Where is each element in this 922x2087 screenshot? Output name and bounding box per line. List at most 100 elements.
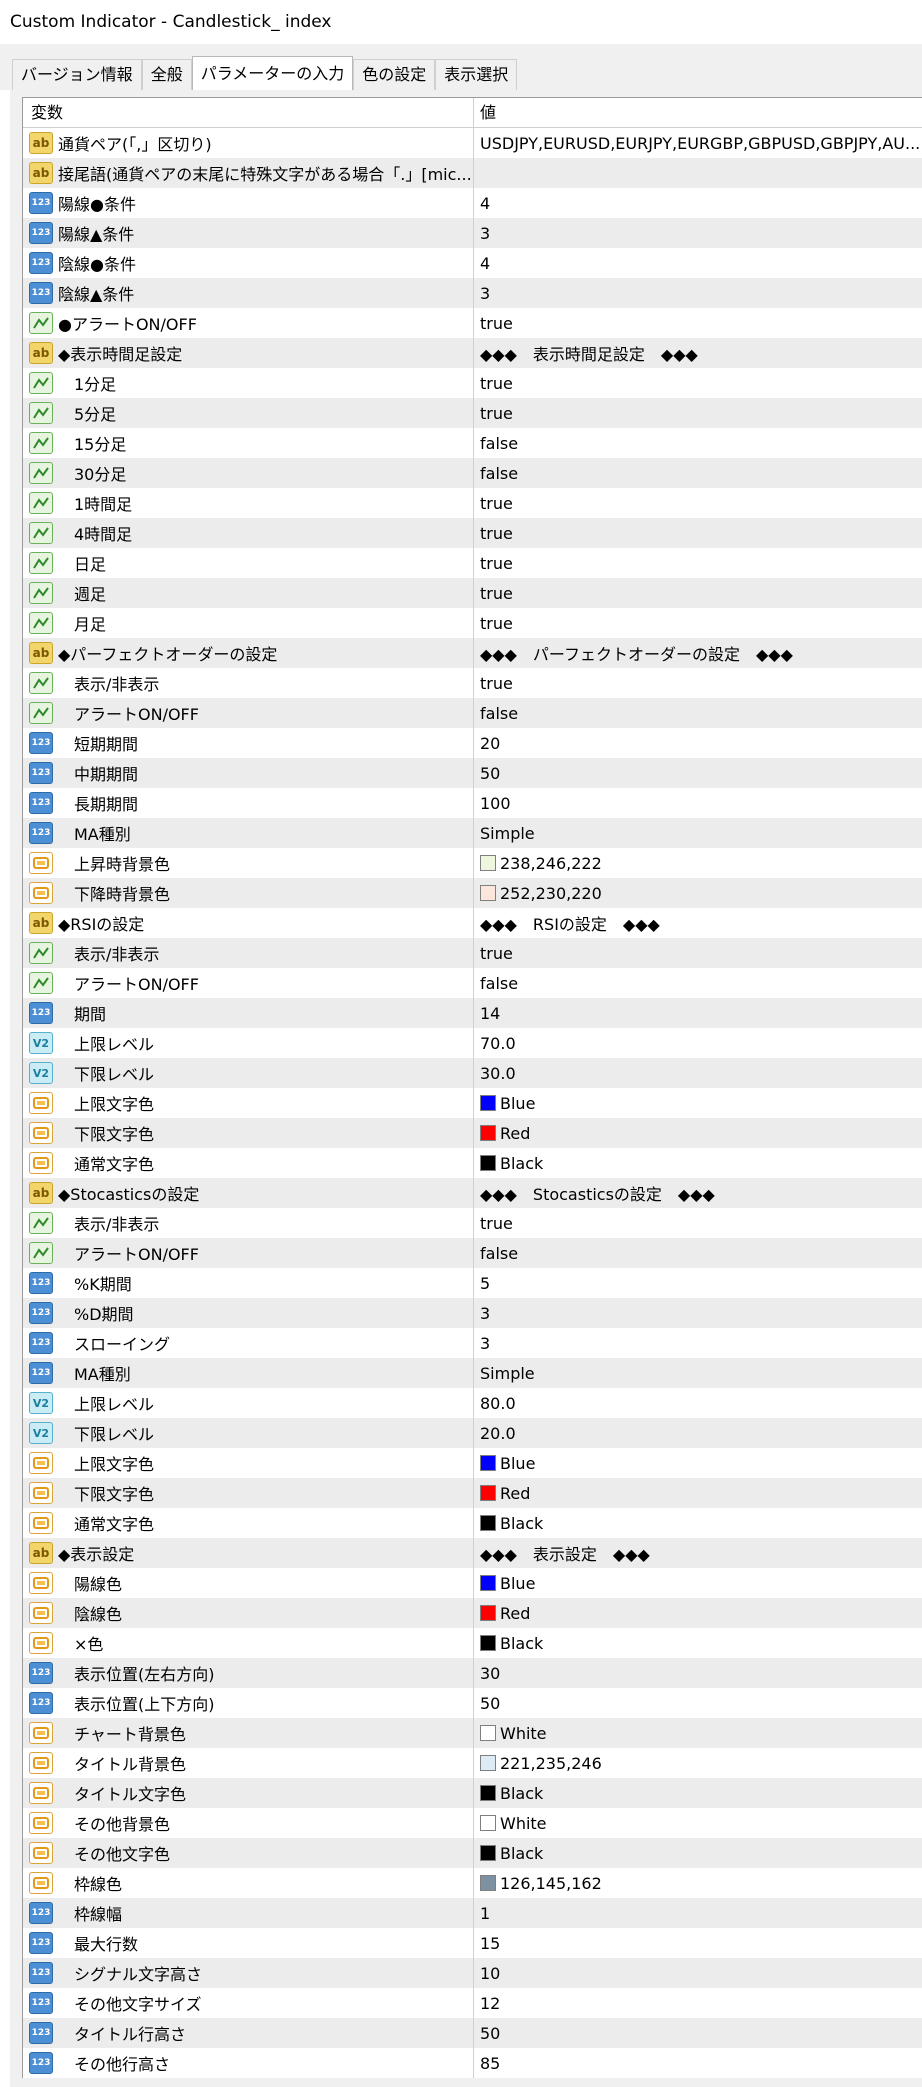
value-cell[interactable]: true <box>474 398 922 428</box>
value-cell[interactable]: 126,145,162 <box>474 1868 922 1898</box>
table-row[interactable]: その他文字色 Black <box>23 1838 922 1868</box>
tab-1[interactable]: 全般 <box>141 59 192 90</box>
table-row[interactable]: チャート背景色 White <box>23 1718 922 1748</box>
table-row[interactable]: 123 陰線▲条件 3 <box>23 278 922 308</box>
column-header-value[interactable]: 値 <box>474 98 496 127</box>
value-cell[interactable]: 30 <box>474 1658 922 1688</box>
value-cell[interactable]: 3 <box>474 1328 922 1358</box>
table-row[interactable]: タイトル文字色 Black <box>23 1778 922 1808</box>
table-row[interactable]: 123 最大行数 15 <box>23 1928 922 1958</box>
value-cell[interactable]: false <box>474 698 922 728</box>
table-row[interactable]: 123 長期期間 100 <box>23 788 922 818</box>
value-cell[interactable]: 85 <box>474 2048 922 2078</box>
value-cell[interactable]: 80.0 <box>474 1388 922 1418</box>
value-cell[interactable]: White <box>474 1808 922 1838</box>
value-cell[interactable]: true <box>474 518 922 548</box>
value-cell[interactable]: 50 <box>474 2018 922 2048</box>
value-cell[interactable]: Black <box>474 1148 922 1178</box>
value-cell[interactable]: 50 <box>474 758 922 788</box>
table-row[interactable]: 陽線色 Blue <box>23 1568 922 1598</box>
value-cell[interactable]: 3 <box>474 278 922 308</box>
table-row[interactable]: ab 通貨ペア(「,」区切り) USDJPY,EURUSD,EURJPY,EURGB… <box>23 128 922 158</box>
value-cell[interactable]: Black <box>474 1508 922 1538</box>
value-cell[interactable]: 3 <box>474 218 922 248</box>
value-cell[interactable]: true <box>474 578 922 608</box>
value-cell[interactable]: true <box>474 308 922 338</box>
value-cell[interactable]: 20 <box>474 728 922 758</box>
value-cell[interactable]: true <box>474 488 922 518</box>
value-cell[interactable]: 70.0 <box>474 1028 922 1058</box>
value-cell[interactable]: false <box>474 428 922 458</box>
table-row[interactable]: 123 MA種別 Simple <box>23 1358 922 1388</box>
table-row[interactable]: ab ◆パーフェクトオーダーの設定 ◆◆◆ パーフェクトオーダーの設定 ◆◆◆ <box>23 638 922 668</box>
value-cell[interactable]: 100 <box>474 788 922 818</box>
table-row[interactable]: 30分足 false <box>23 458 922 488</box>
value-cell[interactable]: 15 <box>474 1928 922 1958</box>
table-row[interactable]: 123 表示位置(上下方向) 50 <box>23 1688 922 1718</box>
value-cell[interactable]: Blue <box>474 1088 922 1118</box>
value-cell[interactable]: Black <box>474 1628 922 1658</box>
value-cell[interactable]: 4 <box>474 248 922 278</box>
table-row[interactable]: 週足 true <box>23 578 922 608</box>
table-row[interactable]: ab ◆表示設定 ◆◆◆ 表示設定 ◆◆◆ <box>23 1538 922 1568</box>
value-cell[interactable]: 5 <box>474 1268 922 1298</box>
table-row[interactable]: 下降時背景色 252,230,220 <box>23 878 922 908</box>
table-row[interactable]: 通常文字色 Black <box>23 1148 922 1178</box>
value-cell[interactable]: true <box>474 548 922 578</box>
value-cell[interactable]: Red <box>474 1598 922 1628</box>
tab-3[interactable]: 色の設定 <box>353 59 436 90</box>
value-cell[interactable]: 20.0 <box>474 1418 922 1448</box>
table-row[interactable]: その他背景色 White <box>23 1808 922 1838</box>
table-row[interactable]: 下限文字色 Red <box>23 1478 922 1508</box>
table-row[interactable]: V2 下限レベル 30.0 <box>23 1058 922 1088</box>
table-row[interactable]: 表示/非表示 true <box>23 1208 922 1238</box>
value-cell[interactable]: White <box>474 1718 922 1748</box>
table-row[interactable]: 陰線色 Red <box>23 1598 922 1628</box>
value-cell[interactable]: true <box>474 938 922 968</box>
value-cell[interactable]: ◆◆◆ RSIの設定 ◆◆◆ <box>474 908 922 938</box>
value-cell[interactable]: Black <box>474 1778 922 1808</box>
table-row[interactable]: 1分足 true <box>23 368 922 398</box>
value-cell[interactable]: ◆◆◆ 表示設定 ◆◆◆ <box>474 1538 922 1568</box>
table-row[interactable]: 123 その他行高さ 85 <box>23 2048 922 2078</box>
table-row[interactable]: 上限文字色 Blue <box>23 1088 922 1118</box>
value-cell[interactable]: 221,235,246 <box>474 1748 922 1778</box>
value-cell[interactable]: 50 <box>474 1688 922 1718</box>
table-row[interactable]: 123 中期期間 50 <box>23 758 922 788</box>
value-cell[interactable]: ◆◆◆ Stocasticsの設定 ◆◆◆ <box>474 1178 922 1208</box>
table-row[interactable]: 表示/非表示 true <box>23 938 922 968</box>
value-cell[interactable]: Black <box>474 1838 922 1868</box>
table-row[interactable]: 通常文字色 Black <box>23 1508 922 1538</box>
table-row[interactable]: 下限文字色 Red <box>23 1118 922 1148</box>
table-row[interactable]: 123 スローイング 3 <box>23 1328 922 1358</box>
table-row[interactable]: 1時間足 true <box>23 488 922 518</box>
table-row[interactable]: タイトル背景色 221,235,246 <box>23 1748 922 1778</box>
table-row[interactable]: ab ◆表示時間足設定 ◆◆◆ 表示時間足設定 ◆◆◆ <box>23 338 922 368</box>
table-row[interactable]: 5分足 true <box>23 398 922 428</box>
table-row[interactable]: 123 表示位置(左右方向) 30 <box>23 1658 922 1688</box>
value-cell[interactable] <box>474 158 922 188</box>
table-row[interactable]: ab ◆Stocasticsの設定 ◆◆◆ Stocasticsの設定 ◆◆◆ <box>23 1178 922 1208</box>
value-cell[interactable]: 3 <box>474 1298 922 1328</box>
table-row[interactable]: 上昇時背景色 238,246,222 <box>23 848 922 878</box>
table-row[interactable]: 123 シグナル文字高さ 10 <box>23 1958 922 1988</box>
value-cell[interactable]: 10 <box>474 1958 922 1988</box>
table-row[interactable]: 上限文字色 Blue <box>23 1448 922 1478</box>
table-row[interactable]: 123 枠線幅 1 <box>23 1898 922 1928</box>
table-row[interactable]: 123 %D期間 3 <box>23 1298 922 1328</box>
value-cell[interactable]: 1 <box>474 1898 922 1928</box>
table-row[interactable]: 月足 true <box>23 608 922 638</box>
value-cell[interactable]: 30.0 <box>474 1058 922 1088</box>
tab-0[interactable]: バージョン情報 <box>12 59 142 90</box>
value-cell[interactable]: false <box>474 968 922 998</box>
value-cell[interactable]: Red <box>474 1478 922 1508</box>
table-row[interactable]: 枠線色 126,145,162 <box>23 1868 922 1898</box>
table-row[interactable]: ab 接尾語(通貨ペアの末尾に特殊文字がある場合「.」[mic... <box>23 158 922 188</box>
table-row[interactable]: 123 タイトル行高さ 50 <box>23 2018 922 2048</box>
table-row[interactable]: V2 上限レベル 70.0 <box>23 1028 922 1058</box>
value-cell[interactable]: USDJPY,EURUSD,EURJPY,EURGBP,GBPUSD,GBPJP… <box>474 128 922 158</box>
value-cell[interactable]: false <box>474 458 922 488</box>
table-row[interactable]: 日足 true <box>23 548 922 578</box>
table-row[interactable]: 123 期間 14 <box>23 998 922 1028</box>
value-cell[interactable]: 14 <box>474 998 922 1028</box>
